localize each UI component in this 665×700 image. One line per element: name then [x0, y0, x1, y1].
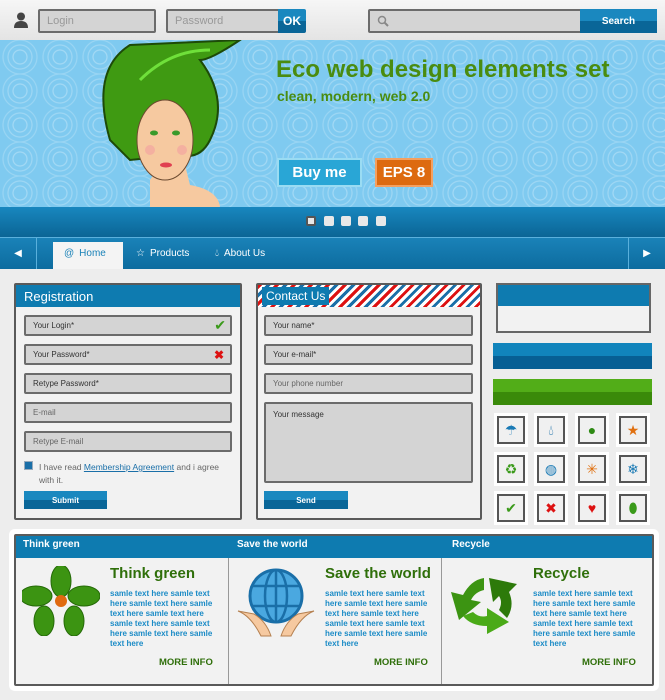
login-input[interactable]: Login	[38, 9, 156, 33]
registration-title: Registration	[16, 285, 240, 307]
phone-field[interactable]: Your phone number	[264, 373, 473, 394]
eps-badge: EPS 8	[375, 158, 433, 187]
feature-text-3: samle text here samle text here samle te…	[533, 589, 636, 648]
feature-tab-2[interactable]: Save the world	[237, 539, 308, 550]
send-button[interactable]: Send	[264, 491, 348, 509]
recycle-icon[interactable]: ♻	[497, 455, 525, 483]
feature-text-2: samle text here samle text here samle te…	[325, 589, 428, 648]
name-field[interactable]: Your name*	[264, 315, 473, 336]
retype-password-field[interactable]: Retype Password*	[24, 373, 232, 394]
more-info-link-1[interactable]: MORE INFO	[159, 657, 213, 668]
banner-subtitle: clean, modern, web 2.0	[277, 88, 431, 104]
check-icon: ✔	[214, 317, 226, 333]
nav-prev-arrow[interactable]: ◀	[0, 237, 37, 269]
tab-about[interactable]: 💧︎ About Us	[215, 248, 265, 259]
membership-agreement-link[interactable]: Membership Agreement	[84, 462, 174, 472]
leaf-icon[interactable]: ⬮	[619, 494, 647, 522]
search-icon	[377, 15, 389, 27]
slide-dot-5[interactable]	[376, 216, 386, 226]
password-input[interactable]: Password	[166, 9, 280, 33]
feature-title-1: Think green	[110, 565, 196, 582]
sun-icon[interactable]: ✳	[578, 455, 606, 483]
slide-dot-1[interactable]	[306, 216, 316, 226]
nav-next-arrow[interactable]: ▶	[628, 237, 665, 269]
cross-icon: ✖	[213, 347, 224, 362]
features-header	[16, 536, 652, 558]
check-icon[interactable]: ✔	[497, 494, 525, 522]
tab-label: Products	[149, 248, 190, 259]
recycle-icon-large	[451, 578, 517, 634]
submit-button[interactable]: Submit	[24, 491, 107, 509]
globe-hands-icon	[237, 568, 315, 637]
swirl-icon: @	[64, 248, 75, 259]
tab-products[interactable]: ☆ Products	[136, 248, 189, 259]
star-icon: ☆	[136, 248, 145, 259]
globe-icon[interactable]: ◍	[537, 455, 565, 483]
search-button[interactable]: Search	[580, 9, 657, 33]
flower-icon	[22, 566, 100, 636]
star-icon[interactable]: ★	[619, 416, 647, 444]
agree-text: I have read Membership Agreement and i a…	[39, 462, 220, 485]
blue-bar	[493, 343, 652, 369]
woman-illustration	[102, 40, 242, 207]
slide-dot-3[interactable]	[341, 216, 351, 226]
top-bar: Login Password OK Search	[0, 0, 665, 40]
slide-dot-2[interactable]	[324, 216, 334, 226]
user-icon	[14, 12, 28, 28]
buy-me-button[interactable]: Buy me	[277, 158, 362, 187]
ok-button[interactable]: OK	[278, 9, 306, 33]
retype-email-field[interactable]: Retype E-mail	[24, 431, 232, 452]
feature-title-2: Save the world	[325, 565, 431, 582]
login-field[interactable]: Your Login* ✔	[24, 315, 232, 336]
feature-title-3: Recycle	[533, 565, 590, 582]
tab-home-label[interactable]: @ Home	[64, 248, 106, 259]
tab-label: About Us	[224, 248, 266, 259]
sample-box	[496, 283, 651, 333]
heart-icon[interactable]: ♥	[578, 494, 606, 522]
lightbulb-icon[interactable]: ●	[578, 416, 606, 444]
feature-text-1: samle text here samle text here samle te…	[110, 589, 213, 648]
drop-icon[interactable]: 💧︎	[537, 416, 565, 444]
email-field[interactable]: E-mail	[24, 402, 232, 423]
contact-title: Contact Us	[262, 287, 330, 305]
more-info-link-2[interactable]: MORE INFO	[374, 657, 428, 668]
more-info-link-3[interactable]: MORE INFO	[582, 657, 636, 668]
green-bar	[493, 379, 652, 405]
message-textarea[interactable]: Your message	[264, 402, 473, 483]
agree-checkbox[interactable]	[24, 461, 33, 470]
cross-icon[interactable]: ✖	[537, 494, 565, 522]
snowflake-icon[interactable]: ❄	[619, 455, 647, 483]
search-input[interactable]	[368, 9, 582, 33]
feature-tab-1[interactable]: Think green	[23, 539, 80, 550]
banner-title: Eco web design elements set	[276, 56, 610, 83]
slide-dot-4[interactable]	[358, 216, 368, 226]
tab-label: Home	[79, 248, 106, 259]
password-field[interactable]: Your Password* ✖	[24, 344, 232, 365]
contact-email-field[interactable]: Your e-mail*	[264, 344, 473, 365]
drop-icon: 💧︎	[215, 248, 219, 259]
umbrella-icon[interactable]: ☂	[497, 416, 525, 444]
feature-tab-3[interactable]: Recycle	[452, 539, 490, 550]
